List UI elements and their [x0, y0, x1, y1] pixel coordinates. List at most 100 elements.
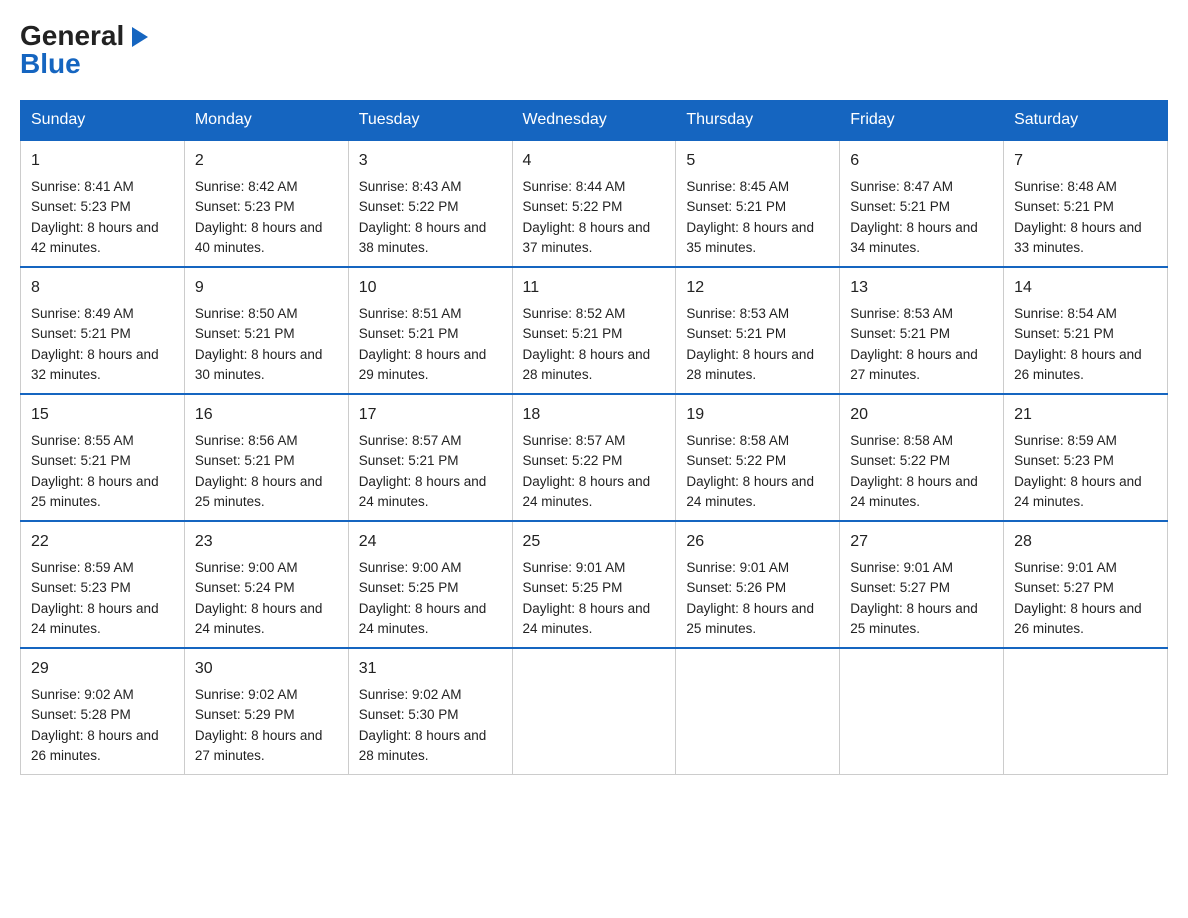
sunrise-text: Sunrise: 8:53 AM	[850, 306, 953, 321]
daylight-text: Daylight: 8 hours and 29 minutes.	[359, 347, 487, 382]
sunset-text: Sunset: 5:22 PM	[686, 453, 786, 468]
calendar-cell: 6Sunrise: 8:47 AMSunset: 5:21 PMDaylight…	[840, 140, 1004, 267]
day-number: 14	[1014, 276, 1157, 300]
sunrise-text: Sunrise: 9:00 AM	[359, 560, 462, 575]
sunset-text: Sunset: 5:22 PM	[523, 453, 623, 468]
calendar-cell: 27Sunrise: 9:01 AMSunset: 5:27 PMDayligh…	[840, 521, 1004, 648]
calendar-cell: 28Sunrise: 9:01 AMSunset: 5:27 PMDayligh…	[1004, 521, 1168, 648]
daylight-text: Daylight: 8 hours and 24 minutes.	[1014, 474, 1142, 509]
sunset-text: Sunset: 5:22 PM	[850, 453, 950, 468]
calendar-cell: 18Sunrise: 8:57 AMSunset: 5:22 PMDayligh…	[512, 394, 676, 521]
day-number: 25	[523, 530, 666, 554]
day-number: 17	[359, 403, 502, 427]
day-number: 7	[1014, 149, 1157, 173]
sunset-text: Sunset: 5:21 PM	[523, 326, 623, 341]
sunset-text: Sunset: 5:21 PM	[195, 453, 295, 468]
sunset-text: Sunset: 5:27 PM	[850, 580, 950, 595]
calendar-cell: 24Sunrise: 9:00 AMSunset: 5:25 PMDayligh…	[348, 521, 512, 648]
daylight-text: Daylight: 8 hours and 28 minutes.	[686, 347, 814, 382]
logo-arrow-icon	[126, 23, 154, 51]
sunset-text: Sunset: 5:27 PM	[1014, 580, 1114, 595]
daylight-text: Daylight: 8 hours and 34 minutes.	[850, 220, 978, 255]
sunrise-text: Sunrise: 8:59 AM	[31, 560, 134, 575]
sunrise-text: Sunrise: 8:55 AM	[31, 433, 134, 448]
sunset-text: Sunset: 5:22 PM	[359, 199, 459, 214]
sunrise-text: Sunrise: 8:42 AM	[195, 179, 298, 194]
calendar-cell: 17Sunrise: 8:57 AMSunset: 5:21 PMDayligh…	[348, 394, 512, 521]
calendar-cell	[676, 648, 840, 775]
header-thursday: Thursday	[676, 101, 840, 141]
daylight-text: Daylight: 8 hours and 42 minutes.	[31, 220, 159, 255]
day-number: 5	[686, 149, 829, 173]
calendar-cell: 2Sunrise: 8:42 AMSunset: 5:23 PMDaylight…	[184, 140, 348, 267]
calendar-cell: 22Sunrise: 8:59 AMSunset: 5:23 PMDayligh…	[21, 521, 185, 648]
sunrise-text: Sunrise: 8:49 AM	[31, 306, 134, 321]
day-number: 29	[31, 657, 174, 681]
calendar-cell: 4Sunrise: 8:44 AMSunset: 5:22 PMDaylight…	[512, 140, 676, 267]
sunrise-text: Sunrise: 8:44 AM	[523, 179, 626, 194]
daylight-text: Daylight: 8 hours and 40 minutes.	[195, 220, 323, 255]
day-number: 8	[31, 276, 174, 300]
daylight-text: Daylight: 8 hours and 38 minutes.	[359, 220, 487, 255]
sunset-text: Sunset: 5:21 PM	[195, 326, 295, 341]
sunset-text: Sunset: 5:24 PM	[195, 580, 295, 595]
day-number: 1	[31, 149, 174, 173]
calendar-cell	[840, 648, 1004, 775]
day-number: 15	[31, 403, 174, 427]
day-number: 11	[523, 276, 666, 300]
header-friday: Friday	[840, 101, 1004, 141]
logo-blue: Blue	[20, 48, 81, 80]
daylight-text: Daylight: 8 hours and 37 minutes.	[523, 220, 651, 255]
day-number: 31	[359, 657, 502, 681]
calendar-cell: 10Sunrise: 8:51 AMSunset: 5:21 PMDayligh…	[348, 267, 512, 394]
sunset-text: Sunset: 5:25 PM	[523, 580, 623, 595]
sunrise-text: Sunrise: 8:57 AM	[523, 433, 626, 448]
daylight-text: Daylight: 8 hours and 25 minutes.	[31, 474, 159, 509]
day-number: 20	[850, 403, 993, 427]
calendar-week-3: 15 Sunrise: 8:55 AM Sunset: 5:21 PM Dayligh…	[21, 394, 1168, 521]
sunset-text: Sunset: 5:21 PM	[850, 326, 950, 341]
calendar-cell: 15Sunrise: 8:55 AMSunset: 5:21 PMDayligh…	[21, 394, 185, 521]
daylight-text: Daylight: 8 hours and 24 minutes.	[523, 474, 651, 509]
sunrise-text: Sunrise: 8:52 AM	[523, 306, 626, 321]
sunset-text: Sunset: 5:25 PM	[359, 580, 459, 595]
calendar-week-1: 1Sunrise: 8:41 AMSunset: 5:23 PMDaylight…	[21, 140, 1168, 267]
sunrise-text: Sunrise: 8:41 AM	[31, 179, 134, 194]
day-number: 30	[195, 657, 338, 681]
sunrise-text: Sunrise: 9:01 AM	[686, 560, 789, 575]
daylight-text: Daylight: 8 hours and 26 minutes.	[31, 728, 159, 763]
logo: General Blue	[20, 20, 154, 80]
daylight-text: Daylight: 8 hours and 25 minutes.	[850, 601, 978, 636]
day-number: 26	[686, 530, 829, 554]
calendar-cell: 7Sunrise: 8:48 AMSunset: 5:21 PMDaylight…	[1004, 140, 1168, 267]
sunrise-text: Sunrise: 9:02 AM	[195, 687, 298, 702]
calendar-cell: 12Sunrise: 8:53 AMSunset: 5:21 PMDayligh…	[676, 267, 840, 394]
day-number: 9	[195, 276, 338, 300]
sunrise-text: Sunrise: 8:58 AM	[686, 433, 789, 448]
calendar-cell: 31Sunrise: 9:02 AMSunset: 5:30 PMDayligh…	[348, 648, 512, 775]
page-header: General Blue	[20, 20, 1168, 80]
daylight-text: Daylight: 8 hours and 35 minutes.	[686, 220, 814, 255]
daylight-text: Daylight: 8 hours and 24 minutes.	[195, 601, 323, 636]
sunset-text: Sunset: 5:21 PM	[359, 453, 459, 468]
sunrise-text: Sunrise: 8:45 AM	[686, 179, 789, 194]
sunset-text: Sunset: 5:28 PM	[31, 707, 131, 722]
calendar-cell: 11Sunrise: 8:52 AMSunset: 5:21 PMDayligh…	[512, 267, 676, 394]
calendar-header-row: SundayMondayTuesdayWednesdayThursdayFrid…	[21, 101, 1168, 141]
sunset-text: Sunset: 5:26 PM	[686, 580, 786, 595]
sunrise-text: Sunrise: 9:01 AM	[1014, 560, 1117, 575]
daylight-text: Daylight: 8 hours and 24 minutes.	[359, 601, 487, 636]
sunrise-text: Sunrise: 9:00 AM	[195, 560, 298, 575]
sunrise-text: Sunrise: 9:01 AM	[850, 560, 953, 575]
calendar-cell: 25Sunrise: 9:01 AMSunset: 5:25 PMDayligh…	[512, 521, 676, 648]
day-number: 23	[195, 530, 338, 554]
day-number: 10	[359, 276, 502, 300]
day-number: 16	[195, 403, 338, 427]
calendar-cell: 21Sunrise: 8:59 AMSunset: 5:23 PMDayligh…	[1004, 394, 1168, 521]
day-number: 4	[523, 149, 666, 173]
day-number: 3	[359, 149, 502, 173]
calendar-cell	[512, 648, 676, 775]
sunrise-text: Sunrise: 9:01 AM	[523, 560, 626, 575]
calendar-cell: 20Sunrise: 8:58 AMSunset: 5:22 PMDayligh…	[840, 394, 1004, 521]
calendar-cell: 29Sunrise: 9:02 AMSunset: 5:28 PMDayligh…	[21, 648, 185, 775]
